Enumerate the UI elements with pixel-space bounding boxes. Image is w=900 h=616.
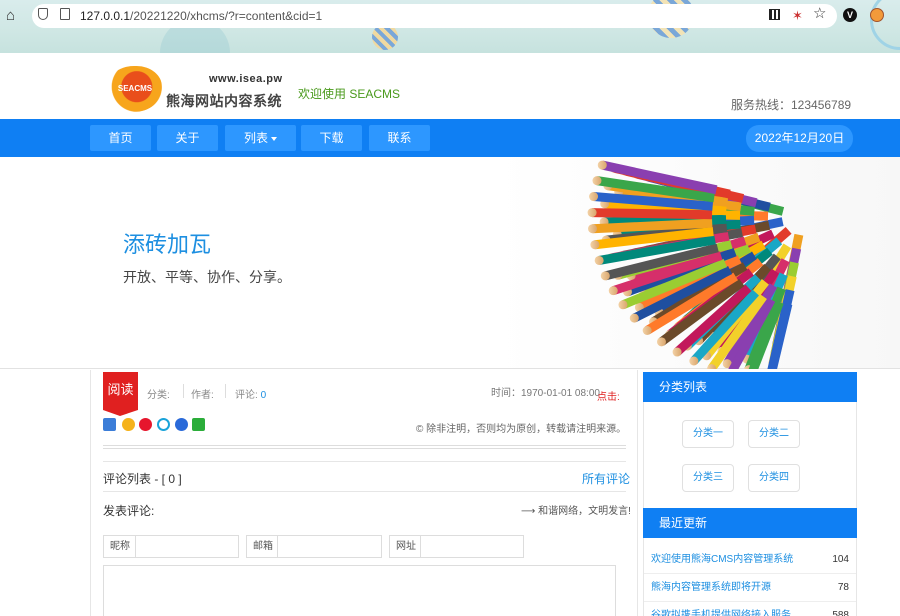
comment-textarea[interactable] bbox=[103, 565, 616, 616]
pencil-tip-shape bbox=[592, 176, 602, 186]
category-button[interactable]: 分类一 bbox=[682, 420, 734, 448]
divider bbox=[103, 445, 626, 449]
all-comments-link[interactable]: 所有评论 bbox=[582, 470, 630, 487]
website-input[interactable] bbox=[421, 536, 523, 557]
meta-comments: 评论: 0 bbox=[235, 386, 266, 401]
recent-heading: 最近更新 bbox=[643, 508, 857, 538]
pencil-tip-shape bbox=[672, 347, 682, 357]
url-text: 127.0.0.1/20221220/xhcms/?r=content&cid=… bbox=[80, 9, 323, 23]
civil-note: ⟶ 和谐网络，文明发言! bbox=[521, 506, 631, 517]
wechat-icon[interactable] bbox=[192, 418, 205, 431]
pencil-tip-shape bbox=[590, 240, 600, 250]
banner-subtitle: 开放、平等、协作、分享。 bbox=[123, 269, 291, 285]
category-button[interactable]: 分类三 bbox=[682, 464, 734, 492]
list-item: 熊海内容管理系统即将开源 78 bbox=[644, 574, 856, 602]
pencil-tip-shape bbox=[608, 286, 618, 296]
categories-box bbox=[643, 402, 857, 508]
nav-contact[interactable]: 联系 bbox=[369, 125, 430, 151]
recent-link[interactable]: 熊海内容管理系统即将开源 bbox=[651, 574, 771, 602]
email-label: 邮箱 bbox=[247, 536, 278, 557]
colored-pencils-image bbox=[587, 160, 804, 369]
site-name: 熊海网站内容系统 bbox=[166, 93, 282, 109]
category-button[interactable]: 分类二 bbox=[748, 420, 800, 448]
profile-avatar-icon[interactable]: V bbox=[843, 8, 857, 22]
list-item: 谷歌拟携手机提供网络接入服务 588 bbox=[644, 602, 856, 616]
nav-download[interactable]: 下载 bbox=[301, 125, 362, 151]
shield-icon[interactable] bbox=[38, 8, 48, 20]
baidu-icon[interactable] bbox=[175, 418, 188, 431]
logo-text: SEACMS bbox=[117, 84, 153, 93]
qr-code-icon[interactable] bbox=[769, 9, 780, 20]
pencil-tip-shape bbox=[618, 300, 628, 310]
pencil-tip-shape bbox=[597, 160, 607, 170]
page-icon[interactable] bbox=[60, 8, 70, 20]
email-field: 邮箱 bbox=[246, 535, 382, 558]
pencil-tip-shape bbox=[587, 208, 597, 218]
home-icon[interactable]: ⌂ bbox=[6, 8, 15, 24]
pencil-tip-shape bbox=[589, 192, 599, 202]
pencil-tip-shape bbox=[656, 337, 666, 347]
category-button[interactable]: 分类四 bbox=[748, 464, 800, 492]
plus-share-icon[interactable] bbox=[103, 418, 116, 431]
recent-link[interactable]: 欢迎使用熊海CMS内容管理系统 bbox=[651, 546, 793, 574]
pencil-tip-shape bbox=[594, 255, 604, 265]
meta-category: 分类: bbox=[147, 390, 170, 401]
post-comment-title: 发表评论: bbox=[103, 504, 155, 518]
recent-count: 588 bbox=[832, 610, 849, 616]
meta-divider bbox=[183, 384, 184, 398]
list-item: 欢迎使用熊海CMS内容管理系统 104 bbox=[644, 546, 856, 574]
hotline-text: 服务热线：123456789 bbox=[731, 98, 852, 112]
caret-down-icon bbox=[271, 136, 277, 141]
website-field: 网址 bbox=[389, 535, 524, 558]
nickname-input[interactable] bbox=[136, 536, 238, 557]
recent-link[interactable]: 谷歌拟携手机提供网络接入服务 bbox=[651, 602, 791, 616]
extension-orange-icon[interactable] bbox=[870, 8, 884, 22]
meta-author: 作者: bbox=[191, 390, 214, 401]
read-tag: 阅读 bbox=[103, 372, 138, 416]
recent-list: 欢迎使用熊海CMS内容管理系统 104 熊海内容管理系统即将开源 78 谷歌拟携… bbox=[643, 538, 857, 616]
pencil-tip-shape bbox=[588, 224, 598, 234]
pencil-tip-shape bbox=[642, 325, 652, 335]
comment-list-title: 评论列表 - [ 0 ] bbox=[103, 472, 182, 486]
pencil-shape bbox=[591, 208, 713, 220]
nickname-label: 昵称 bbox=[104, 536, 136, 557]
nav-list-dropdown[interactable]: 列表 bbox=[225, 125, 296, 151]
meta-clicks: 点击: bbox=[597, 392, 620, 403]
tencent-icon[interactable] bbox=[157, 418, 170, 431]
pencil-tip-shape bbox=[689, 356, 699, 366]
nav-list-label: 列表 bbox=[243, 131, 268, 145]
date-badge: 2022年12月20日 bbox=[746, 125, 853, 152]
browser-toolbar: ⌂ 127.0.0.1/20221220/xhcms/?r=content&ci… bbox=[0, 0, 900, 53]
email-input[interactable] bbox=[278, 536, 381, 557]
extension-icon[interactable]: ✶ bbox=[792, 8, 803, 24]
categories-heading: 分类列表 bbox=[643, 372, 857, 402]
nav-home[interactable]: 首页 bbox=[90, 125, 151, 151]
website-label: 网址 bbox=[390, 536, 421, 557]
nickname-field: 昵称 bbox=[103, 535, 239, 558]
address-bar[interactable]: 127.0.0.1/20221220/xhcms/?r=content&cid=… bbox=[32, 4, 837, 28]
pencil-shape bbox=[592, 218, 713, 234]
recent-count: 78 bbox=[837, 582, 849, 593]
bookmark-star-icon[interactable]: ☆ bbox=[813, 6, 826, 22]
site-url: www.isea.pw bbox=[209, 73, 283, 85]
weibo-icon[interactable] bbox=[139, 418, 152, 431]
meta-comment-count[interactable]: 0 bbox=[261, 390, 267, 401]
banner-title: 添砖加瓦 bbox=[123, 232, 212, 257]
recent-count: 104 bbox=[832, 554, 849, 565]
copyright-note: © 除非注明，否则均为原创，转载请注明来源。 bbox=[416, 424, 627, 435]
meta-divider bbox=[225, 384, 226, 398]
meta-time: 时间：1970-01-01 08:00 bbox=[491, 388, 600, 399]
star-share-icon[interactable] bbox=[122, 418, 135, 431]
meta-comment-label: 评论: bbox=[235, 390, 258, 401]
pencil-tip-shape bbox=[600, 271, 610, 281]
welcome-text: 欢迎使用 SEACMS bbox=[298, 87, 401, 101]
nav-about[interactable]: 关于 bbox=[157, 125, 218, 151]
pencil-tip-shape bbox=[629, 313, 639, 323]
